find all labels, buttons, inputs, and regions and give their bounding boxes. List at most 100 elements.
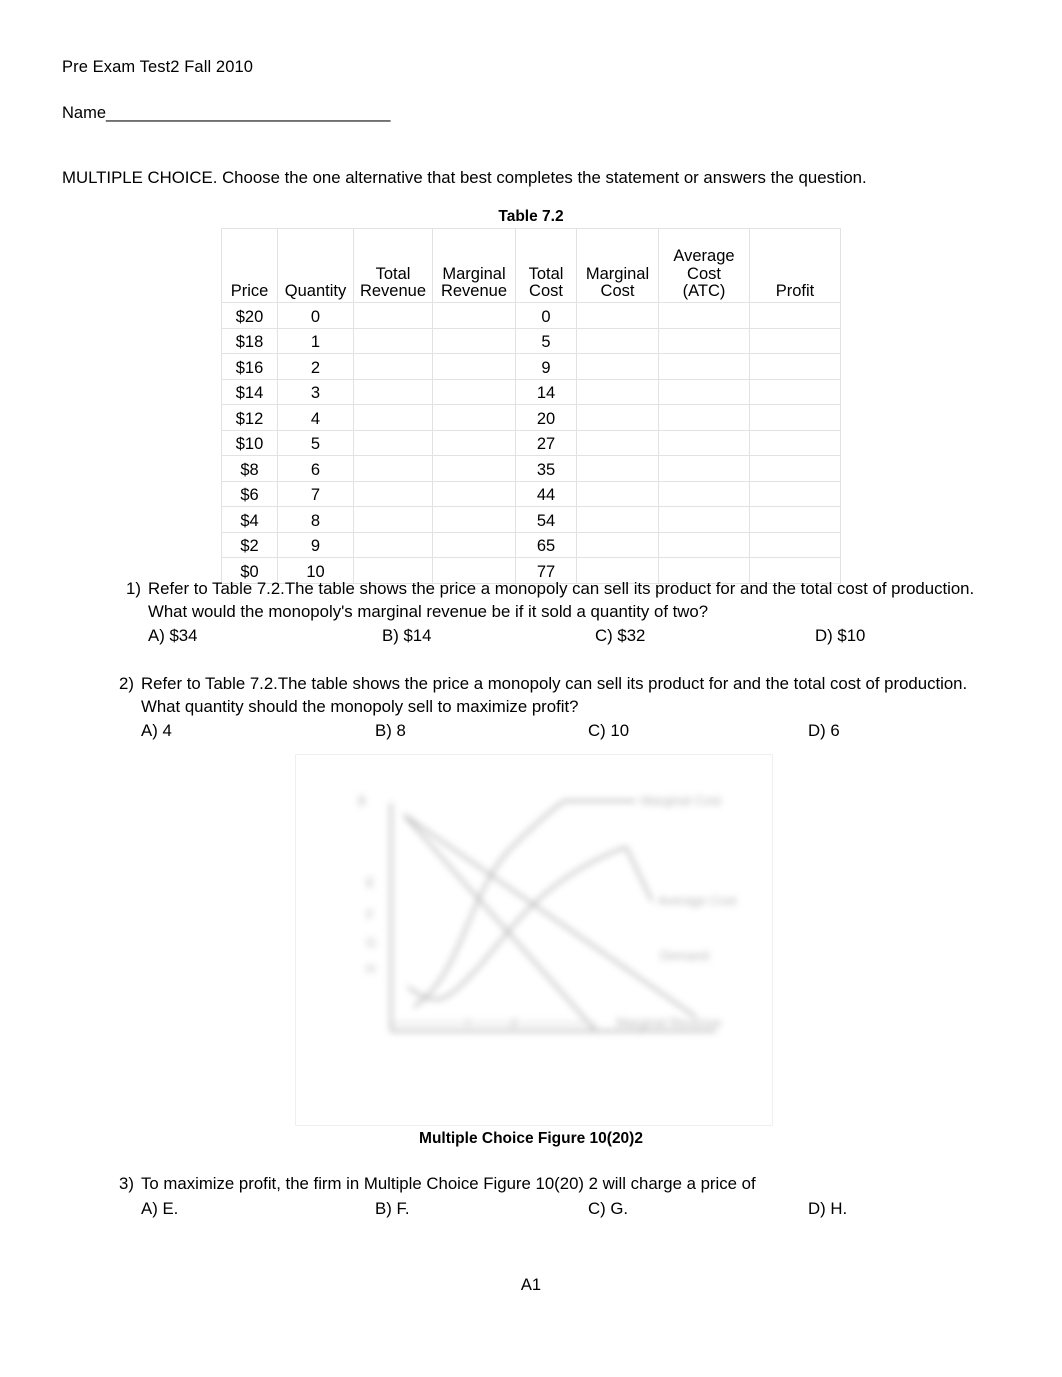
- question-1-options: A) $34 B) $14 C) $32 D) $10: [126, 625, 1046, 647]
- cell-quantity: 6: [277, 455, 354, 482]
- cell-profit: [749, 506, 841, 533]
- cell-total-revenue: [353, 455, 433, 482]
- cell-total-revenue: [353, 302, 433, 329]
- column-header-marginal-revenue: Marginal Revenue: [432, 228, 516, 303]
- column-header-total-cost: Total Cost: [515, 228, 577, 303]
- cell-average-cost: [658, 353, 750, 380]
- question-2-number: 2): [119, 674, 134, 693]
- cell-marginal-cost: [576, 404, 659, 431]
- table-row: $2 9 65: [221, 531, 841, 558]
- cell-price: $10: [221, 429, 278, 456]
- question-1: 1) Refer to Table 7.2.The table shows th…: [126, 578, 1046, 647]
- question-3-option-a[interactable]: A) E.: [141, 1198, 178, 1221]
- table-row: $14 3 14: [221, 378, 841, 405]
- question-2-line-2: What quantity should the monopoly sell t…: [141, 696, 579, 716]
- cell-marginal-cost: [576, 353, 659, 380]
- header-line-3: (ATC): [682, 282, 726, 301]
- header-line-2: Cost: [529, 282, 563, 301]
- cell-marginal-cost: [576, 480, 659, 507]
- question-2-option-a[interactable]: A) 4: [141, 720, 172, 743]
- header-line-2: Revenue: [440, 282, 508, 301]
- header-line-2: Revenue: [359, 282, 427, 301]
- question-2-line-1: Refer to Table 7.2.The table shows the p…: [141, 674, 968, 693]
- table-caption: Table 7.2: [498, 208, 564, 225]
- table-row: $18 1 5: [221, 327, 841, 354]
- cell-quantity: 2: [277, 353, 354, 380]
- table-header-row: Price Quantity Total Revenue Marginal Re…: [221, 228, 841, 303]
- cell-total-revenue: [353, 353, 433, 380]
- cell-average-cost: [658, 506, 750, 533]
- cell-quantity: 3: [277, 378, 354, 405]
- cell-total-revenue: [353, 378, 433, 405]
- cell-total-cost: 54: [515, 506, 577, 533]
- price-marker-f: F: [366, 907, 374, 922]
- cell-marginal-cost: [576, 302, 659, 329]
- header-line-2: Cost: [687, 264, 721, 283]
- cell-price: $8: [221, 455, 278, 482]
- cell-total-revenue: [353, 327, 433, 354]
- question-1-option-b[interactable]: B) $14: [382, 625, 431, 648]
- question-1-option-d[interactable]: D) $10: [815, 625, 865, 648]
- cell-marginal-cost: [576, 506, 659, 533]
- cell-marginal-revenue: [432, 480, 516, 507]
- label-demand: Demand: [660, 948, 709, 963]
- cell-quantity: 8: [277, 506, 354, 533]
- table-row: $10 5 27: [221, 429, 841, 456]
- cell-total-revenue: [353, 506, 433, 533]
- name-field-label: Name_______________________________: [62, 104, 391, 122]
- cell-total-cost: 5: [515, 327, 577, 354]
- column-header-quantity: Quantity: [277, 228, 354, 303]
- cell-profit: [749, 404, 841, 431]
- cell-total-revenue: [353, 531, 433, 558]
- cell-marginal-cost: [576, 455, 659, 482]
- cell-marginal-revenue: [432, 404, 516, 431]
- cell-quantity: 4: [277, 404, 354, 431]
- cell-quantity: 1: [277, 327, 354, 354]
- cell-marginal-revenue: [432, 455, 516, 482]
- column-header-profit: Profit: [749, 228, 841, 303]
- cell-quantity: 9: [277, 531, 354, 558]
- column-header-average-cost: Average Cost (ATC): [658, 228, 750, 303]
- header-line-1: Total: [528, 264, 564, 283]
- document-title: Pre Exam Test2 Fall 2010: [62, 58, 254, 76]
- cell-average-cost: [658, 378, 750, 405]
- label-marginal-cost: Marginal Cost: [641, 793, 722, 808]
- cell-profit: [749, 455, 841, 482]
- header-line-2: Cost: [600, 282, 635, 301]
- cell-price: $16: [221, 353, 278, 380]
- cell-marginal-revenue: [432, 429, 516, 456]
- cell-quantity: 5: [277, 429, 354, 456]
- multiple-choice-instruction: MULTIPLE CHOICE. Choose the one alternat…: [62, 168, 867, 187]
- cell-total-cost: 44: [515, 480, 577, 507]
- question-2-option-c[interactable]: C) 10: [588, 720, 629, 743]
- cell-total-cost: 35: [515, 455, 577, 482]
- exam-page: Pre Exam Test2 Fall 2010 Name___________…: [0, 0, 1062, 1377]
- cell-marginal-revenue: [432, 353, 516, 380]
- header-line-1: Marginal: [442, 264, 506, 283]
- cell-price: $2: [221, 531, 278, 558]
- question-3-option-b[interactable]: B) F.: [375, 1198, 410, 1221]
- question-3: 3) To maximize profit, the firm in Multi…: [119, 1173, 1049, 1220]
- cell-total-cost: 14: [515, 378, 577, 405]
- question-1-option-c[interactable]: C) $32: [595, 625, 645, 648]
- y-axis-label: $: [358, 793, 366, 808]
- column-header-price: Price: [221, 228, 278, 303]
- question-3-option-d[interactable]: D) H.: [808, 1198, 847, 1221]
- figure-caption: Multiple Choice Figure 10(20)2: [419, 1130, 643, 1147]
- question-1-option-a[interactable]: A) $34: [148, 625, 197, 648]
- cell-average-cost: [658, 429, 750, 456]
- cell-marginal-revenue: [432, 378, 516, 405]
- question-2-option-d[interactable]: D) 6: [808, 720, 840, 743]
- cell-price: $4: [221, 506, 278, 533]
- question-2-option-b[interactable]: B) 8: [375, 720, 406, 743]
- question-3-option-c[interactable]: C) G.: [588, 1198, 628, 1221]
- cell-quantity: 7: [277, 480, 354, 507]
- average-cost-curve: [407, 845, 627, 1001]
- cell-marginal-cost: [576, 531, 659, 558]
- question-2-options: A) 4 B) 8 C) 10 D) 6: [119, 720, 1049, 742]
- price-marker-e: E: [366, 875, 375, 890]
- cell-total-revenue: [353, 404, 433, 431]
- question-1-line-2: What would the monopoly's marginal reven…: [148, 601, 709, 621]
- cell-price: $14: [221, 378, 278, 405]
- column-header-marginal-cost: Marginal Cost: [576, 228, 659, 303]
